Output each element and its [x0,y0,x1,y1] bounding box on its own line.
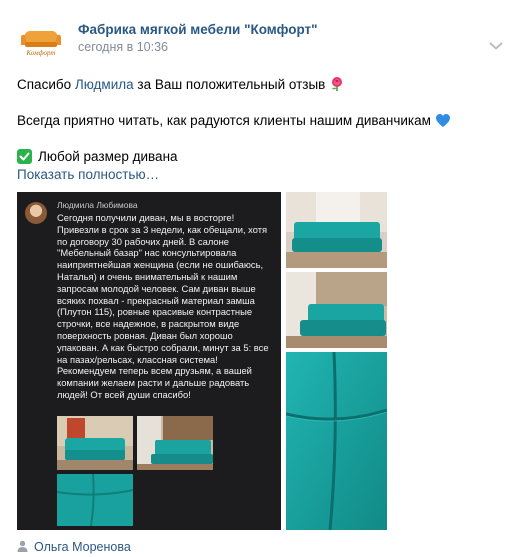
review-screenshot-photo[interactable]: Людмила Любимова Сегодня получили диван,… [17,192,281,530]
community-logo[interactable]: Комфорт [16,18,66,58]
source-name[interactable]: Ольга Моренова [34,540,131,554]
chevron-down-icon[interactable] [489,38,503,50]
text-fragment: Всегда приятно читать, как радуются клие… [17,113,431,128]
show-more-link[interactable]: Показать полностью… [17,167,159,182]
post-text-line-2: Всегда приятно читать, как радуются клие… [17,113,451,131]
mention-link[interactable]: Людмила [75,77,134,92]
fabric-closeup-photo[interactable] [286,352,387,530]
post-text-line-3: Любой размер дивана [17,149,178,164]
media-grid: Людмила Любимова Сегодня получили диван,… [17,192,387,530]
post-text-line-1: Спасибо Людмила за Ваш положительный отз… [17,76,345,95]
rose-icon [329,76,345,95]
person-icon [17,540,28,555]
blue-heart-icon [435,113,451,131]
review-text: Сегодня получили диван, мы в восторге! П… [57,212,269,400]
sofa-photo-1[interactable] [286,192,387,268]
reviewer-name: Людмила Любимова [57,200,138,210]
sofa-photo-2[interactable] [286,272,387,348]
check-mark-icon [17,149,32,164]
post-header: Комфорт Фабрика мягкой мебели "Комфорт" … [16,18,511,58]
review-thumb-fabric [57,474,133,526]
text-fragment: Спасибо [17,77,75,92]
review-thumb-sofa-1 [57,416,133,470]
post-source[interactable]: Ольга Моренова [17,540,131,555]
logo-text: Комфорт [26,49,56,57]
post: Комфорт Фабрика мягкой мебели "Комфорт" … [0,0,523,557]
post-time[interactable]: сегодня в 10:36 [78,40,168,54]
text-fragment: Любой размер дивана [38,149,178,164]
text-fragment: за Ваш положительный отзыв [133,77,326,92]
review-thumb-sofa-2 [137,416,213,470]
community-name[interactable]: Фабрика мягкой мебели "Комфорт" [78,22,318,37]
reviewer-avatar [25,202,47,224]
